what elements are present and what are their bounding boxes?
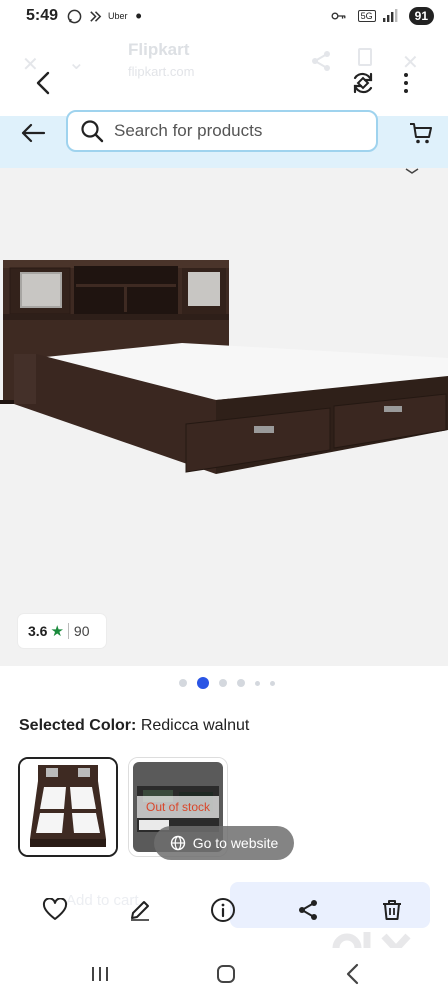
star-icon: ★	[50, 623, 64, 640]
go-to-website-button[interactable]: Go to website	[154, 826, 294, 860]
carousel-indicator	[0, 677, 448, 689]
chevron-left-icon	[36, 71, 50, 95]
overlay-back-button[interactable]	[30, 70, 56, 96]
network-5g-tag: 5G	[357, 10, 376, 22]
status-time: 5:49	[26, 7, 59, 24]
globe-icon	[170, 835, 185, 851]
signal-icon	[382, 8, 398, 24]
nav-back-button[interactable]	[338, 962, 366, 986]
bed-thumbnail-image	[20, 759, 116, 855]
rating-value: 3.6	[28, 623, 48, 639]
edit-icon	[131, 901, 149, 921]
more-dot	[404, 73, 408, 77]
uber-notification-label: Uber	[108, 11, 128, 21]
search-icon	[81, 120, 104, 143]
carousel-dot[interactable]	[219, 679, 227, 687]
nav-back-icon	[346, 963, 359, 985]
selected-color-value: Redicca walnut	[140, 717, 250, 734]
rating-count: 90	[73, 623, 90, 639]
search-strip: Search for products	[0, 110, 448, 168]
wishlist-button[interactable]	[41, 896, 69, 924]
browser-overlay-bar	[0, 58, 448, 108]
whatsapp-icon	[66, 8, 82, 24]
arrow-left-icon	[21, 123, 46, 143]
carousel-dot-active[interactable]	[197, 677, 209, 689]
go-to-website-label: Go to website	[192, 835, 279, 851]
more-dot	[404, 89, 408, 93]
share-button[interactable]	[294, 896, 322, 924]
ghost-title: Flipkart	[128, 40, 190, 59]
more-dot	[404, 81, 408, 85]
battery-indicator: 91	[408, 7, 434, 25]
carousel-dot[interactable]	[237, 679, 245, 687]
color-swatch-redicca-walnut[interactable]	[18, 757, 118, 857]
recents-button[interactable]	[86, 962, 114, 986]
carousel-dot[interactable]	[255, 680, 260, 686]
cart-icon	[410, 123, 432, 144]
selected-color-row: Selected Color: Redicca walnut	[19, 717, 249, 735]
home-button[interactable]	[212, 962, 240, 986]
info-icon	[211, 898, 235, 922]
status-dot: •	[135, 6, 142, 26]
selected-color-label: Selected Color:	[19, 717, 137, 734]
search-input[interactable]: Search for products	[66, 110, 378, 152]
uber-logo-icon	[87, 8, 103, 24]
trash-icon	[383, 900, 401, 920]
share-icon	[299, 900, 317, 920]
carousel-dot[interactable]	[179, 679, 187, 687]
rating-badge[interactable]: 3.6 ★ 90	[18, 614, 106, 648]
carousel-dot[interactable]	[270, 680, 275, 686]
edit-button[interactable]	[126, 896, 154, 924]
cart-button[interactable]	[408, 120, 434, 146]
bed-product-image	[0, 260, 448, 474]
status-bar: 5:49 Uber • 5G 91	[0, 0, 448, 32]
out-of-stock-label: Out of stock	[137, 796, 219, 818]
recents-icon	[92, 967, 108, 981]
info-button[interactable]	[209, 896, 237, 924]
search-back-button[interactable]	[20, 120, 48, 148]
refresh-rotate-button[interactable]	[350, 70, 376, 96]
more-options-button[interactable]	[396, 70, 416, 96]
product-image-carousel[interactable]: 3.6 ★ 90	[0, 168, 448, 666]
home-icon	[217, 965, 235, 983]
system-navigation-bar	[0, 948, 448, 1000]
heart-icon	[42, 898, 68, 920]
rating-divider	[67, 623, 69, 639]
search-placeholder: Search for products	[114, 121, 263, 140]
delete-button[interactable]	[378, 896, 406, 924]
key-icon	[331, 8, 347, 24]
rotate-icon	[353, 72, 373, 94]
